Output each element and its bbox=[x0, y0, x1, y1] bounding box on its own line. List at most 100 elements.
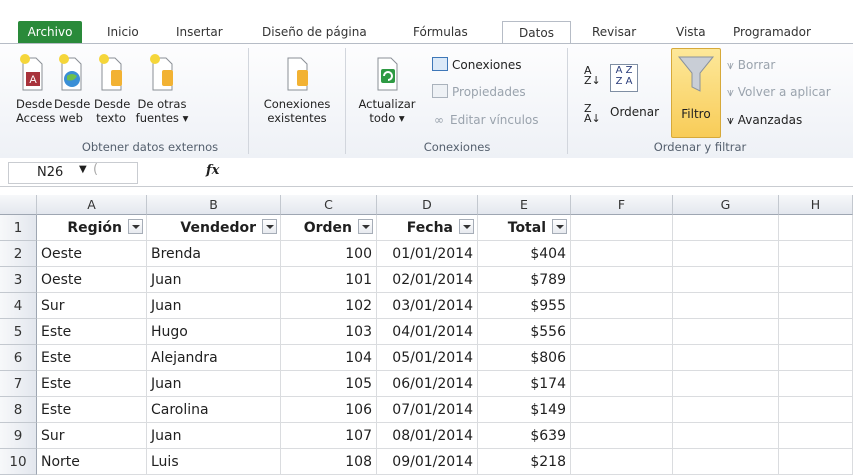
column-header-h[interactable]: H bbox=[779, 195, 853, 215]
table-header-cell[interactable]: Región bbox=[37, 215, 147, 241]
clear-filter-button[interactable]: ⩛ Borrar bbox=[727, 57, 775, 73]
table-cell[interactable]: Juan bbox=[147, 371, 281, 397]
existing-connections-button[interactable]: Conexiones existentes bbox=[252, 52, 342, 125]
reapply-button[interactable]: ⩛ Volver a aplicar bbox=[727, 84, 831, 100]
table-cell[interactable]: 06/01/2014 bbox=[377, 371, 478, 397]
table-cell[interactable]: $149 bbox=[478, 397, 571, 423]
table-cell[interactable]: 04/01/2014 bbox=[377, 319, 478, 345]
table-cell[interactable]: Carolina bbox=[147, 397, 281, 423]
table-cell[interactable]: 03/01/2014 bbox=[377, 293, 478, 319]
autofilter-dropdown-icon[interactable] bbox=[552, 219, 567, 234]
empty-cell[interactable] bbox=[779, 423, 853, 449]
table-cell[interactable]: Brenda bbox=[147, 241, 281, 267]
tab-revisar[interactable]: Revisar bbox=[592, 21, 636, 43]
autofilter-dropdown-icon[interactable] bbox=[459, 219, 474, 234]
empty-cell[interactable] bbox=[673, 293, 779, 319]
table-cell[interactable]: $639 bbox=[478, 423, 571, 449]
table-cell[interactable]: $806 bbox=[478, 345, 571, 371]
tab-formulas[interactable]: Fórmulas bbox=[413, 21, 468, 43]
empty-cell[interactable] bbox=[571, 371, 673, 397]
row-header[interactable]: 9 bbox=[0, 423, 37, 449]
empty-cell[interactable] bbox=[673, 267, 779, 293]
table-cell[interactable]: Hugo bbox=[147, 319, 281, 345]
edit-links-button[interactable]: ∞ Editar vínculos bbox=[432, 112, 539, 128]
tab-datos[interactable]: Datos bbox=[502, 21, 571, 44]
insert-function-icon[interactable]: fx bbox=[206, 163, 219, 178]
autofilter-dropdown-icon[interactable] bbox=[262, 219, 277, 234]
table-cell[interactable]: 102 bbox=[281, 293, 377, 319]
table-cell[interactable]: 08/01/2014 bbox=[377, 423, 478, 449]
table-cell[interactable]: $174 bbox=[478, 371, 571, 397]
chevron-down-icon[interactable]: ▼ bbox=[79, 164, 87, 175]
empty-cell[interactable] bbox=[571, 215, 673, 241]
row-header[interactable]: 5 bbox=[0, 319, 37, 345]
empty-cell[interactable] bbox=[673, 423, 779, 449]
select-all-corner[interactable] bbox=[0, 195, 37, 215]
table-cell[interactable]: Oeste bbox=[37, 267, 147, 293]
empty-cell[interactable] bbox=[571, 423, 673, 449]
empty-cell[interactable] bbox=[673, 319, 779, 345]
column-header-f[interactable]: F bbox=[571, 195, 673, 215]
connections-button[interactable]: Conexiones bbox=[432, 57, 522, 73]
sort-dialog-icon[interactable]: A ZZ A bbox=[610, 64, 638, 92]
column-header-d[interactable]: D bbox=[377, 195, 478, 215]
autofilter-dropdown-icon[interactable] bbox=[358, 219, 373, 234]
row-header[interactable]: 3 bbox=[0, 267, 37, 293]
table-cell[interactable]: Sur bbox=[37, 423, 147, 449]
table-header-cell[interactable]: Fecha bbox=[377, 215, 478, 241]
table-cell[interactable]: $955 bbox=[478, 293, 571, 319]
sort-az-button[interactable]: A Z↓ bbox=[584, 65, 601, 86]
table-cell[interactable]: $789 bbox=[478, 267, 571, 293]
row-header[interactable]: 6 bbox=[0, 345, 37, 371]
table-cell[interactable]: Juan bbox=[147, 293, 281, 319]
empty-cell[interactable] bbox=[673, 241, 779, 267]
tab-inicio[interactable]: Inicio bbox=[107, 21, 139, 43]
table-cell[interactable]: 09/01/2014 bbox=[377, 449, 478, 475]
sort-za-button[interactable]: Z A↓ bbox=[584, 103, 601, 124]
empty-cell[interactable] bbox=[673, 397, 779, 423]
table-cell[interactable]: Este bbox=[37, 319, 147, 345]
table-cell[interactable]: Este bbox=[37, 371, 147, 397]
tab-programador[interactable]: Programador bbox=[733, 21, 811, 43]
empty-cell[interactable] bbox=[571, 267, 673, 293]
empty-cell[interactable] bbox=[571, 345, 673, 371]
empty-cell[interactable] bbox=[779, 215, 853, 241]
empty-cell[interactable] bbox=[779, 345, 853, 371]
column-header-a[interactable]: A bbox=[37, 195, 147, 215]
column-header-e[interactable]: E bbox=[478, 195, 571, 215]
table-cell[interactable]: Juan bbox=[147, 423, 281, 449]
table-cell[interactable]: Este bbox=[37, 397, 147, 423]
advanced-filter-button[interactable]: ⩛ Avanzadas bbox=[727, 112, 802, 128]
from-text-button[interactable]: Desde texto bbox=[94, 52, 130, 125]
empty-cell[interactable] bbox=[673, 215, 779, 241]
empty-cell[interactable] bbox=[779, 449, 853, 475]
refresh-all-button[interactable]: Actualizar todo ▾ bbox=[352, 52, 422, 125]
table-cell[interactable]: 05/01/2014 bbox=[377, 345, 478, 371]
empty-cell[interactable] bbox=[779, 241, 853, 267]
from-access-button[interactable]: A Desde Access bbox=[16, 52, 55, 125]
table-header-cell[interactable]: Orden bbox=[281, 215, 377, 241]
name-box[interactable]: N26 ▼ ( bbox=[8, 162, 138, 184]
table-cell[interactable]: Este bbox=[37, 345, 147, 371]
empty-cell[interactable] bbox=[673, 345, 779, 371]
other-sources-button[interactable]: De otras fuentes ▾ bbox=[132, 52, 192, 125]
empty-cell[interactable] bbox=[779, 293, 853, 319]
table-cell[interactable]: Juan bbox=[147, 267, 281, 293]
empty-cell[interactable] bbox=[571, 449, 673, 475]
empty-cell[interactable] bbox=[673, 449, 779, 475]
empty-cell[interactable] bbox=[673, 371, 779, 397]
formula-input[interactable] bbox=[230, 162, 850, 182]
table-cell[interactable]: Luis bbox=[147, 449, 281, 475]
table-cell[interactable]: $404 bbox=[478, 241, 571, 267]
row-header[interactable]: 4 bbox=[0, 293, 37, 319]
table-cell[interactable]: Alejandra bbox=[147, 345, 281, 371]
table-cell[interactable]: 104 bbox=[281, 345, 377, 371]
column-header-g[interactable]: G bbox=[673, 195, 779, 215]
table-cell[interactable]: 07/01/2014 bbox=[377, 397, 478, 423]
table-cell[interactable]: 105 bbox=[281, 371, 377, 397]
table-cell[interactable]: 100 bbox=[281, 241, 377, 267]
sort-button[interactable]: Ordenar bbox=[610, 104, 659, 120]
table-cell[interactable]: 103 bbox=[281, 319, 377, 345]
from-web-button[interactable]: Desde web bbox=[54, 52, 90, 125]
table-cell[interactable]: 01/01/2014 bbox=[377, 241, 478, 267]
